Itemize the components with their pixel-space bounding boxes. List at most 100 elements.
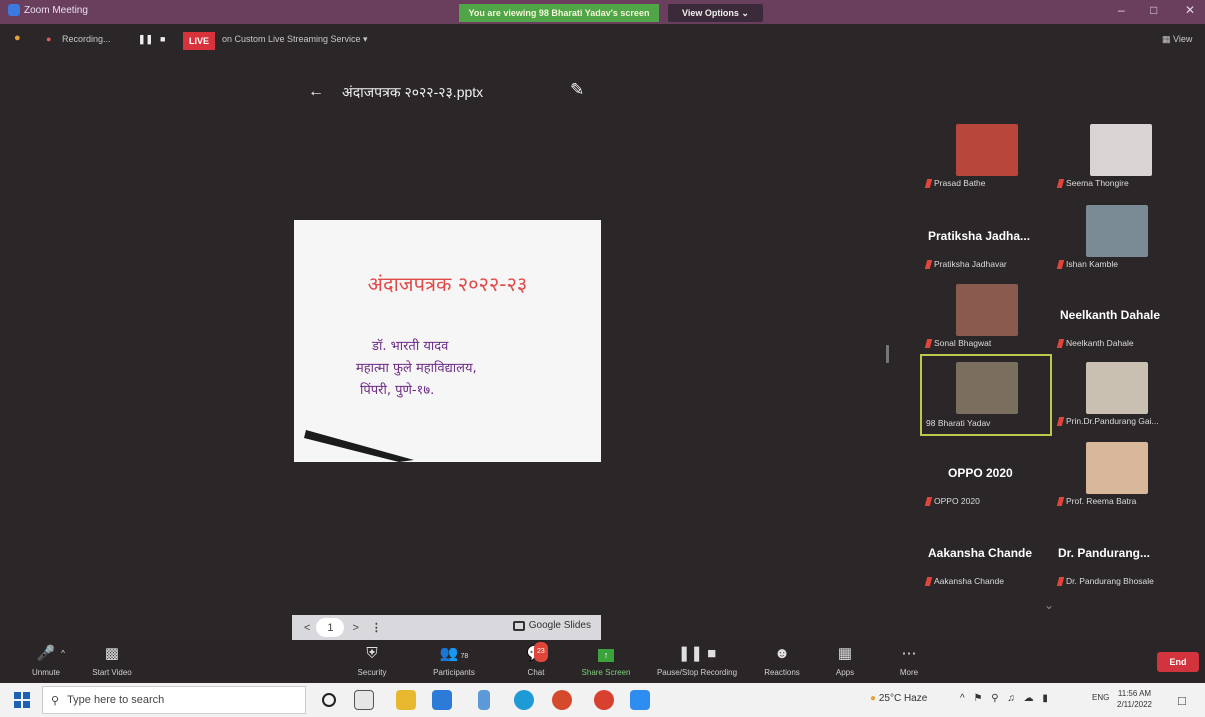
participant-tile[interactable]: Pratiksha Jadha... Pratiksha Jadhavar bbox=[922, 205, 1050, 281]
muted-mic-icon bbox=[1056, 259, 1065, 269]
participant-display-name: Pratiksha Jadha... bbox=[928, 229, 1031, 243]
participant-label: Sonal Bhagwat bbox=[924, 338, 991, 348]
participant-tile[interactable]: Prof. Reema Batra bbox=[1054, 442, 1182, 518]
audio-options-chevron-icon[interactable]: ^ bbox=[56, 644, 70, 664]
participant-tile[interactable]: Sonal Bhagwat bbox=[922, 284, 1050, 360]
participant-video bbox=[1090, 124, 1152, 176]
participant-tile[interactable]: Aakansha Chande Aakansha Chande bbox=[922, 522, 1050, 598]
clock-time: 11:56 AM bbox=[1117, 689, 1152, 698]
participant-video bbox=[956, 124, 1018, 176]
windows-start-icon[interactable] bbox=[14, 692, 30, 708]
pause-stop-recording-label: Pause/Stop Recording bbox=[656, 668, 738, 677]
file-explorer-icon[interactable] bbox=[396, 690, 416, 710]
viewing-banner: You are viewing 98 Bharati Yadav's scree… bbox=[459, 4, 659, 22]
stop-recording-icon[interactable]: ■ bbox=[160, 34, 165, 44]
chat-unread-badge: 23 bbox=[534, 642, 548, 662]
share-screen-icon: ↑ bbox=[577, 644, 635, 664]
security-button[interactable]: ⛨ Security bbox=[350, 644, 394, 677]
participant-tile[interactable]: Dr. Pandurang... Dr. Pandurang Bhosale bbox=[1054, 522, 1182, 598]
participant-video bbox=[1086, 362, 1148, 414]
chrome-icon[interactable] bbox=[594, 690, 614, 710]
start-video-label: Start Video bbox=[92, 668, 132, 677]
participants-icon: 👥 78 bbox=[439, 645, 469, 662]
streaming-service[interactable]: on Custom Live Streaming Service ▾ bbox=[222, 34, 368, 45]
search-icon: ⚲ bbox=[51, 694, 60, 707]
panel-splitter[interactable] bbox=[886, 345, 889, 363]
participant-tile[interactable]: Prin.Dr.Pandurang Gai... bbox=[1054, 362, 1182, 438]
participants-button[interactable]: 👥 78 Participants bbox=[426, 644, 482, 677]
clock-date: 2/11/2022 bbox=[1117, 700, 1152, 709]
pause-stop-recording-button[interactable]: ❚❚ ■ Pause/Stop Recording bbox=[648, 644, 746, 677]
pencil-icon[interactable]: ✎ bbox=[570, 80, 584, 100]
participant-label: 98 Bharati Yadav bbox=[926, 418, 991, 428]
maximize-button[interactable]: □ bbox=[1150, 3, 1157, 17]
prev-slide-button[interactable]: < bbox=[304, 622, 310, 634]
more-button[interactable]: ⋯ More bbox=[893, 644, 925, 677]
shield-icon[interactable]: ● bbox=[14, 32, 21, 44]
participant-display-name: OPPO 2020 bbox=[948, 466, 1013, 480]
mail-icon[interactable] bbox=[432, 690, 452, 710]
slide-address: पिंपरी, पुणे-१७. bbox=[360, 383, 435, 398]
apps-button[interactable]: ▦ Apps bbox=[830, 644, 860, 677]
chat-icon: 💬23 bbox=[520, 642, 552, 664]
page-number[interactable]: 1 bbox=[316, 618, 345, 637]
close-button[interactable]: ✕ bbox=[1185, 3, 1195, 17]
participant-tile[interactable]: OPPO 2020 OPPO 2020 bbox=[922, 442, 1050, 518]
participant-video bbox=[956, 284, 1018, 336]
chat-button[interactable]: 💬23 Chat bbox=[520, 642, 552, 677]
start-video-button[interactable]: ▩ Start Video bbox=[84, 644, 140, 677]
participant-tile[interactable]: Ishan Kamble bbox=[1054, 205, 1182, 281]
participant-tile[interactable]: Prasad Bathe bbox=[922, 124, 1050, 200]
participant-label: Neelkanth Dahale bbox=[1056, 338, 1134, 348]
zoom-taskbar-icon[interactable] bbox=[630, 690, 650, 710]
zoom-window: Zoom Meeting You are viewing 98 Bharati … bbox=[0, 0, 1205, 717]
taskbar-search-input[interactable]: ⚲ Type here to search bbox=[42, 686, 306, 714]
participant-label: Seema Thongire bbox=[1056, 178, 1129, 188]
language-indicator[interactable]: ENG bbox=[1092, 693, 1109, 702]
muted-mic-icon bbox=[924, 496, 933, 506]
back-arrow-icon[interactable]: ← bbox=[308, 83, 324, 101]
taskbar-app-icon[interactable] bbox=[478, 690, 490, 710]
edge-icon[interactable] bbox=[514, 690, 534, 710]
live-badge[interactable]: LIVE bbox=[183, 32, 215, 50]
participants-label: Participants bbox=[433, 668, 475, 677]
office-icon[interactable] bbox=[552, 690, 572, 710]
google-slides-link[interactable]: Google Slides bbox=[512, 620, 591, 631]
notification-icon[interactable]: □ bbox=[1178, 693, 1186, 708]
view-button[interactable]: ▦ View bbox=[1162, 34, 1192, 45]
muted-mic-icon bbox=[1056, 416, 1065, 426]
video-off-icon: ▩ bbox=[104, 645, 120, 662]
muted-mic-icon bbox=[1056, 576, 1065, 586]
record-dot-icon: ● bbox=[46, 34, 52, 44]
apps-icon: ▦ bbox=[837, 645, 853, 662]
pause-recording-icon[interactable]: ❚❚ bbox=[138, 34, 153, 45]
reactions-button[interactable]: ☻ Reactions bbox=[760, 644, 804, 677]
participant-display-name: Dr. Pandurang... bbox=[1058, 546, 1151, 560]
end-meeting-button[interactable]: End bbox=[1157, 652, 1199, 672]
weather-widget[interactable]: ● 25°C Haze bbox=[870, 693, 927, 704]
security-label: Security bbox=[357, 668, 387, 677]
participant-video bbox=[956, 362, 1018, 414]
more-dots-icon: ⋯ bbox=[901, 645, 917, 662]
participant-tile[interactable]: Neelkanth Dahale Neelkanth Dahale bbox=[1054, 284, 1182, 360]
task-view-icon[interactable] bbox=[354, 690, 374, 710]
taskbar-clock[interactable]: 11:56 AM 2/11/2022 bbox=[1117, 688, 1152, 710]
active-speaker-tile[interactable]: 98 Bharati Yadav bbox=[920, 354, 1052, 436]
slide-options-icon[interactable]: ⋮ bbox=[371, 621, 382, 634]
participant-display-name: Aakansha Chande bbox=[928, 546, 1033, 560]
share-screen-button[interactable]: ↑ Share Screen bbox=[577, 644, 635, 677]
view-label: View bbox=[1173, 34, 1193, 44]
slide-decoration bbox=[304, 430, 414, 462]
system-tray-icons[interactable]: ^ ⚑ ⚲ ♫ ☁ ▮ bbox=[960, 693, 1051, 704]
participant-label: Aakansha Chande bbox=[924, 576, 1004, 586]
minimize-button[interactable]: – bbox=[1118, 3, 1125, 17]
muted-mic-icon bbox=[924, 338, 933, 348]
next-slide-button[interactable]: > bbox=[352, 622, 358, 634]
cortana-icon[interactable] bbox=[322, 693, 336, 707]
weather-text: 25°C Haze bbox=[878, 693, 928, 704]
participant-tile[interactable]: Seema Thongire bbox=[1054, 124, 1182, 200]
view-options-button[interactable]: View Options ⌄ bbox=[668, 4, 763, 22]
gallery-more-chevron-icon[interactable]: ⌄ bbox=[1044, 598, 1054, 612]
participant-label: OPPO 2020 bbox=[924, 496, 980, 506]
pause-stop-icon: ❚❚ ■ bbox=[677, 645, 717, 662]
